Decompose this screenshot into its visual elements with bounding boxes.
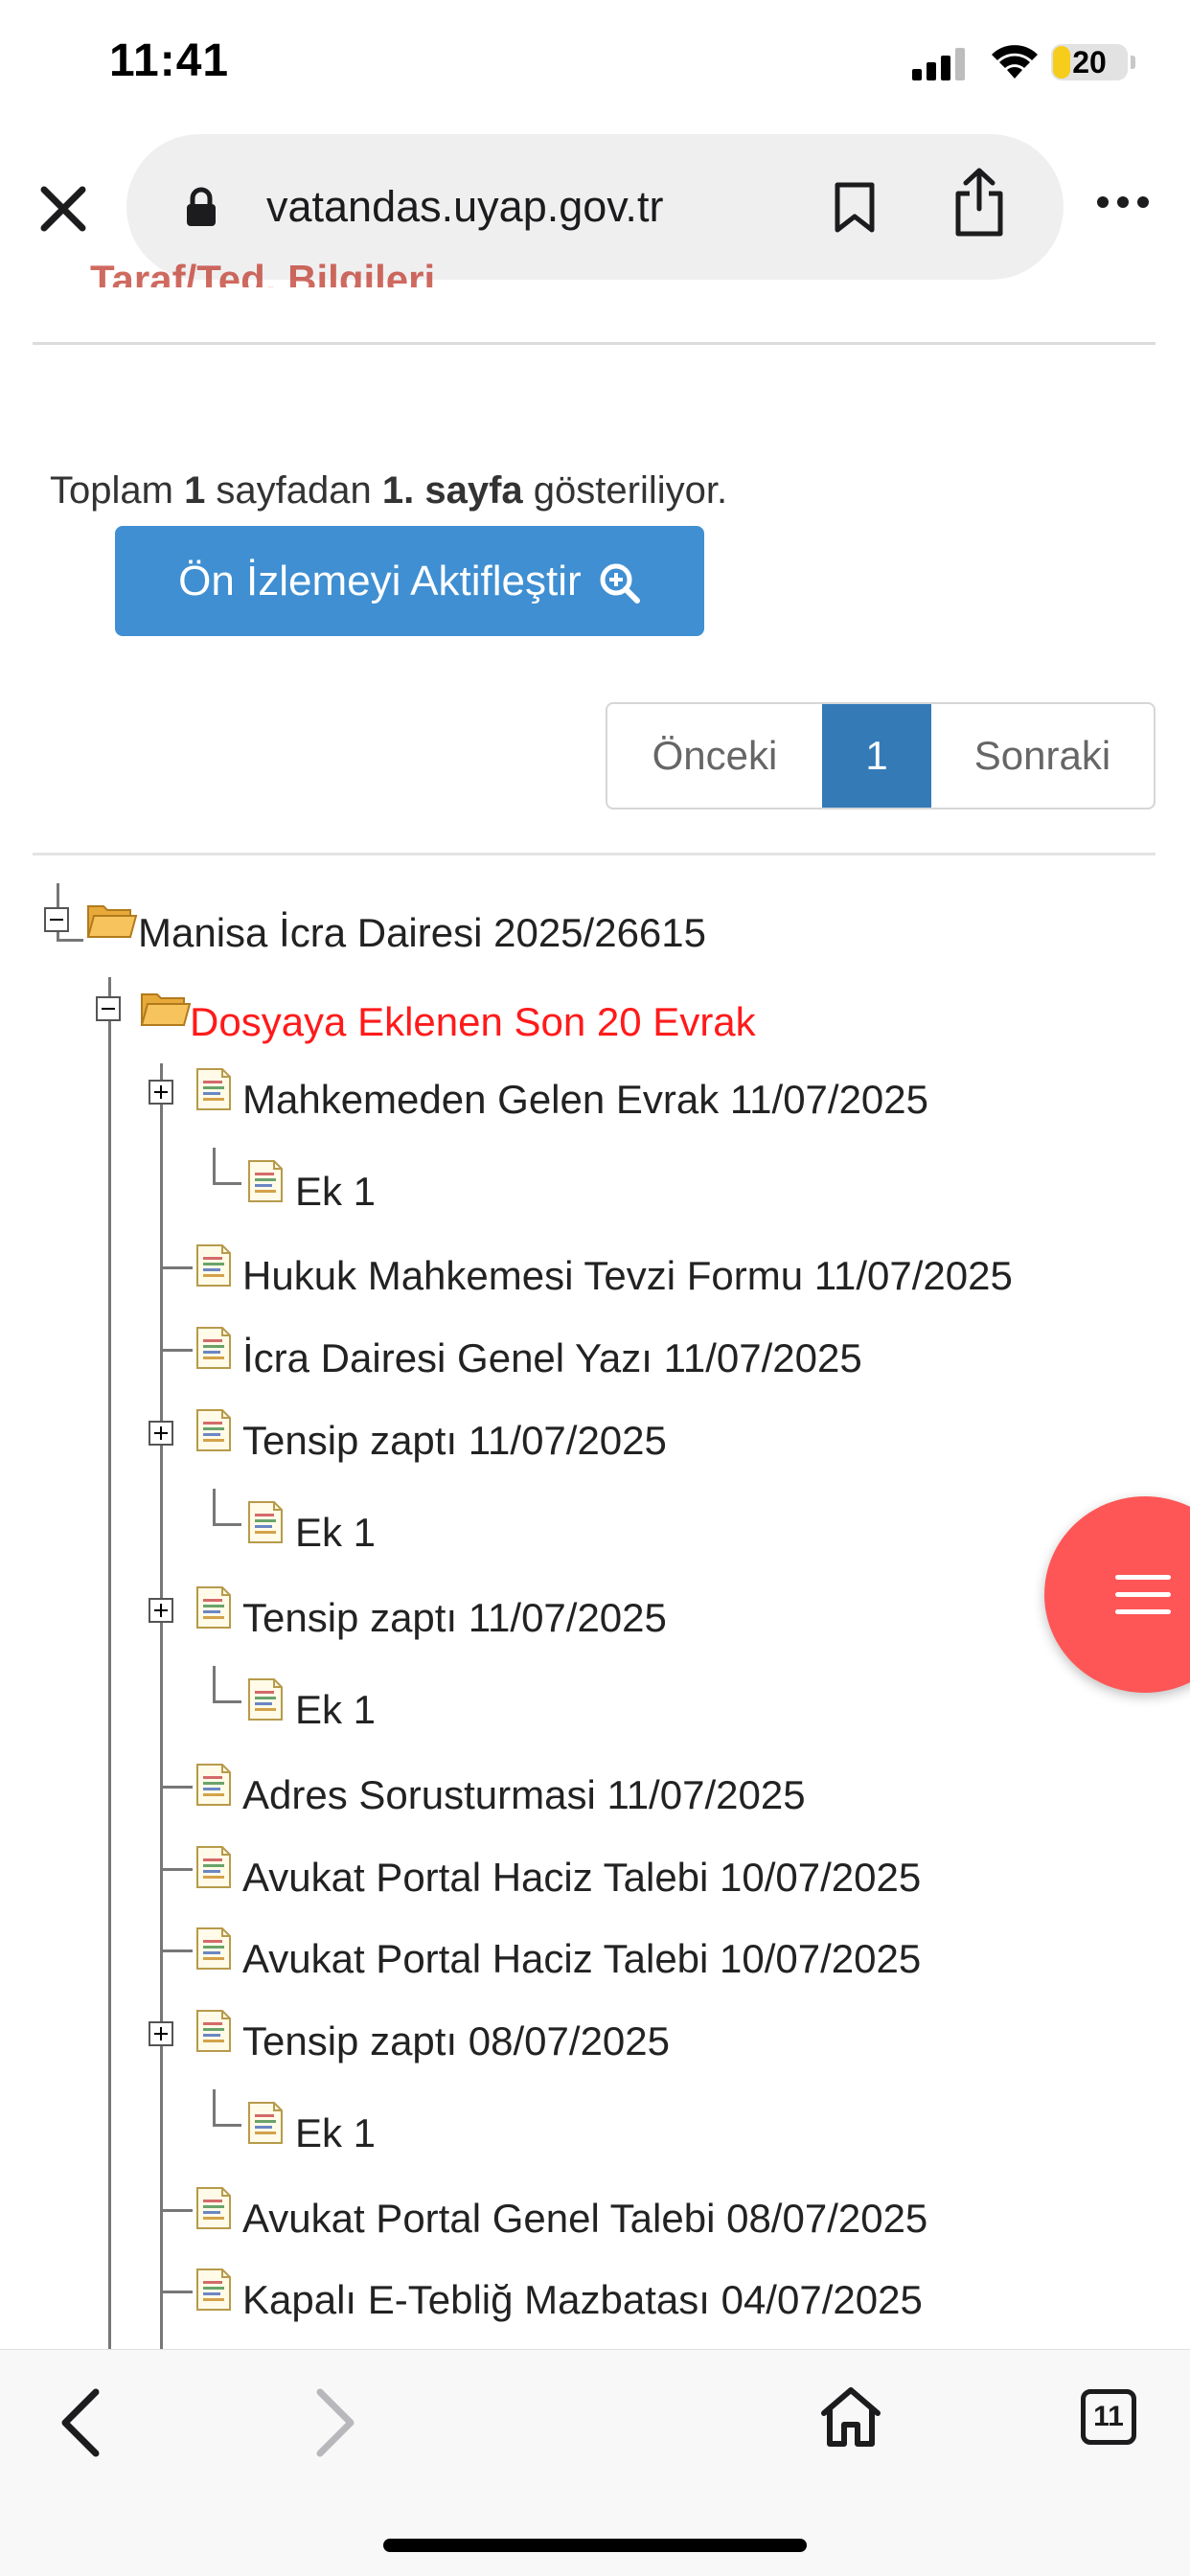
expand-toggle[interactable]	[149, 1598, 173, 1623]
status-bar: 11:41 20	[0, 0, 1190, 129]
battery-level: 20	[1072, 45, 1107, 80]
document-icon	[195, 1243, 232, 1292]
divider	[33, 342, 1156, 345]
document-icon	[195, 1585, 232, 1634]
preview-button-label: Ön İzlemeyi Aktifleştir	[178, 558, 582, 604]
folder-open-icon	[86, 900, 138, 944]
home-indicator	[383, 2539, 807, 2552]
attachment-item[interactable]: Ek 1	[295, 1508, 376, 1558]
document-item[interactable]: Tensip zaptı 11/07/2025	[242, 1593, 667, 1643]
document-icon	[195, 1763, 232, 1812]
document-icon	[195, 2009, 232, 2058]
document-item[interactable]: Avukat Portal Haciz Talebi 10/07/2025	[242, 1853, 921, 1903]
document-item[interactable]: Avukat Portal Genel Talebi 08/07/2025	[242, 2194, 927, 2244]
document-icon	[247, 1159, 284, 1208]
document-item[interactable]: Hukuk Mahkemesi Tevzi Formu 11/07/2025	[242, 1251, 1013, 1301]
share-icon[interactable]	[952, 167, 1006, 238]
document-icon	[247, 1677, 284, 1726]
battery-icon: 20	[1051, 44, 1128, 80]
collapse-toggle[interactable]	[96, 996, 121, 1021]
expand-toggle[interactable]	[149, 1421, 173, 1446]
url-text[interactable]: vatandas.uyap.gov.tr	[266, 182, 663, 232]
activate-preview-button[interactable]: Ön İzlemeyi Aktifleştir	[115, 526, 704, 636]
zoom-in-icon	[600, 563, 640, 604]
page-1-button[interactable]: 1	[822, 704, 931, 808]
attachment-item[interactable]: Ek 1	[295, 1167, 376, 1217]
next-page-button[interactable]: Sonraki	[931, 704, 1154, 808]
previous-page-button[interactable]: Önceki	[607, 704, 822, 808]
tree-group-label[interactable]: Dosyaya Eklenen Son 20 Evrak	[190, 997, 756, 1047]
document-icon	[195, 1926, 232, 1975]
lock-icon	[187, 187, 216, 226]
home-icon[interactable]	[818, 2384, 883, 2450]
document-item[interactable]: Tensip zaptı 08/07/2025	[242, 2017, 670, 2066]
document-icon	[195, 1408, 232, 1457]
document-icon	[247, 1500, 284, 1549]
document-icon	[247, 2101, 284, 2150]
tabs-icon[interactable]: 11	[1081, 2389, 1136, 2445]
document-icon	[195, 2186, 232, 2235]
floating-menu-button[interactable]	[1044, 1496, 1190, 1693]
attachment-item[interactable]: Ek 1	[295, 1685, 376, 1735]
more-icon[interactable]	[1096, 195, 1150, 209]
back-icon[interactable]	[57, 2388, 103, 2457]
attachment-item[interactable]: Ek 1	[295, 2109, 376, 2158]
bookmark-icon[interactable]	[834, 182, 876, 234]
cellular-signal-icon	[912, 48, 965, 80]
parties-heading[interactable]: Taraf/Ted. Bilgileri	[90, 259, 435, 287]
document-item[interactable]: İcra Dairesi Genel Yazı 11/07/2025	[242, 1334, 862, 1383]
document-item[interactable]: Mahkemeden Gelen Evrak 11/07/2025	[242, 1075, 928, 1125]
expand-toggle[interactable]	[149, 2021, 173, 2046]
wifi-icon	[992, 45, 1038, 79]
document-icon	[195, 1067, 232, 1116]
document-icon	[195, 2268, 232, 2316]
page-info: Toplam 1 sayfadan 1. sayfa gösteriliyor.	[50, 469, 728, 512]
collapse-toggle[interactable]	[44, 907, 69, 932]
pagination: Önceki 1 Sonraki	[606, 702, 1156, 809]
expand-toggle[interactable]	[149, 1080, 173, 1105]
document-item[interactable]: Tensip zaptı 11/07/2025	[242, 1416, 667, 1466]
status-time: 11:41	[109, 35, 230, 86]
folder-open-icon	[140, 989, 192, 1032]
forward-icon[interactable]	[312, 2388, 358, 2457]
tree-root-label[interactable]: Manisa İcra Dairesi 2025/26615	[138, 908, 706, 958]
close-icon[interactable]	[36, 182, 90, 236]
divider	[33, 853, 1156, 855]
document-item[interactable]: Kapalı E-Tebliğ Mazbatası 04/07/2025	[242, 2275, 923, 2325]
document-item[interactable]: Avukat Portal Haciz Talebi 10/07/2025	[242, 1934, 921, 1984]
document-item[interactable]: Adres Sorusturmasi 11/07/2025	[242, 1770, 806, 1820]
document-icon	[195, 1326, 232, 1375]
document-icon	[195, 1845, 232, 1894]
